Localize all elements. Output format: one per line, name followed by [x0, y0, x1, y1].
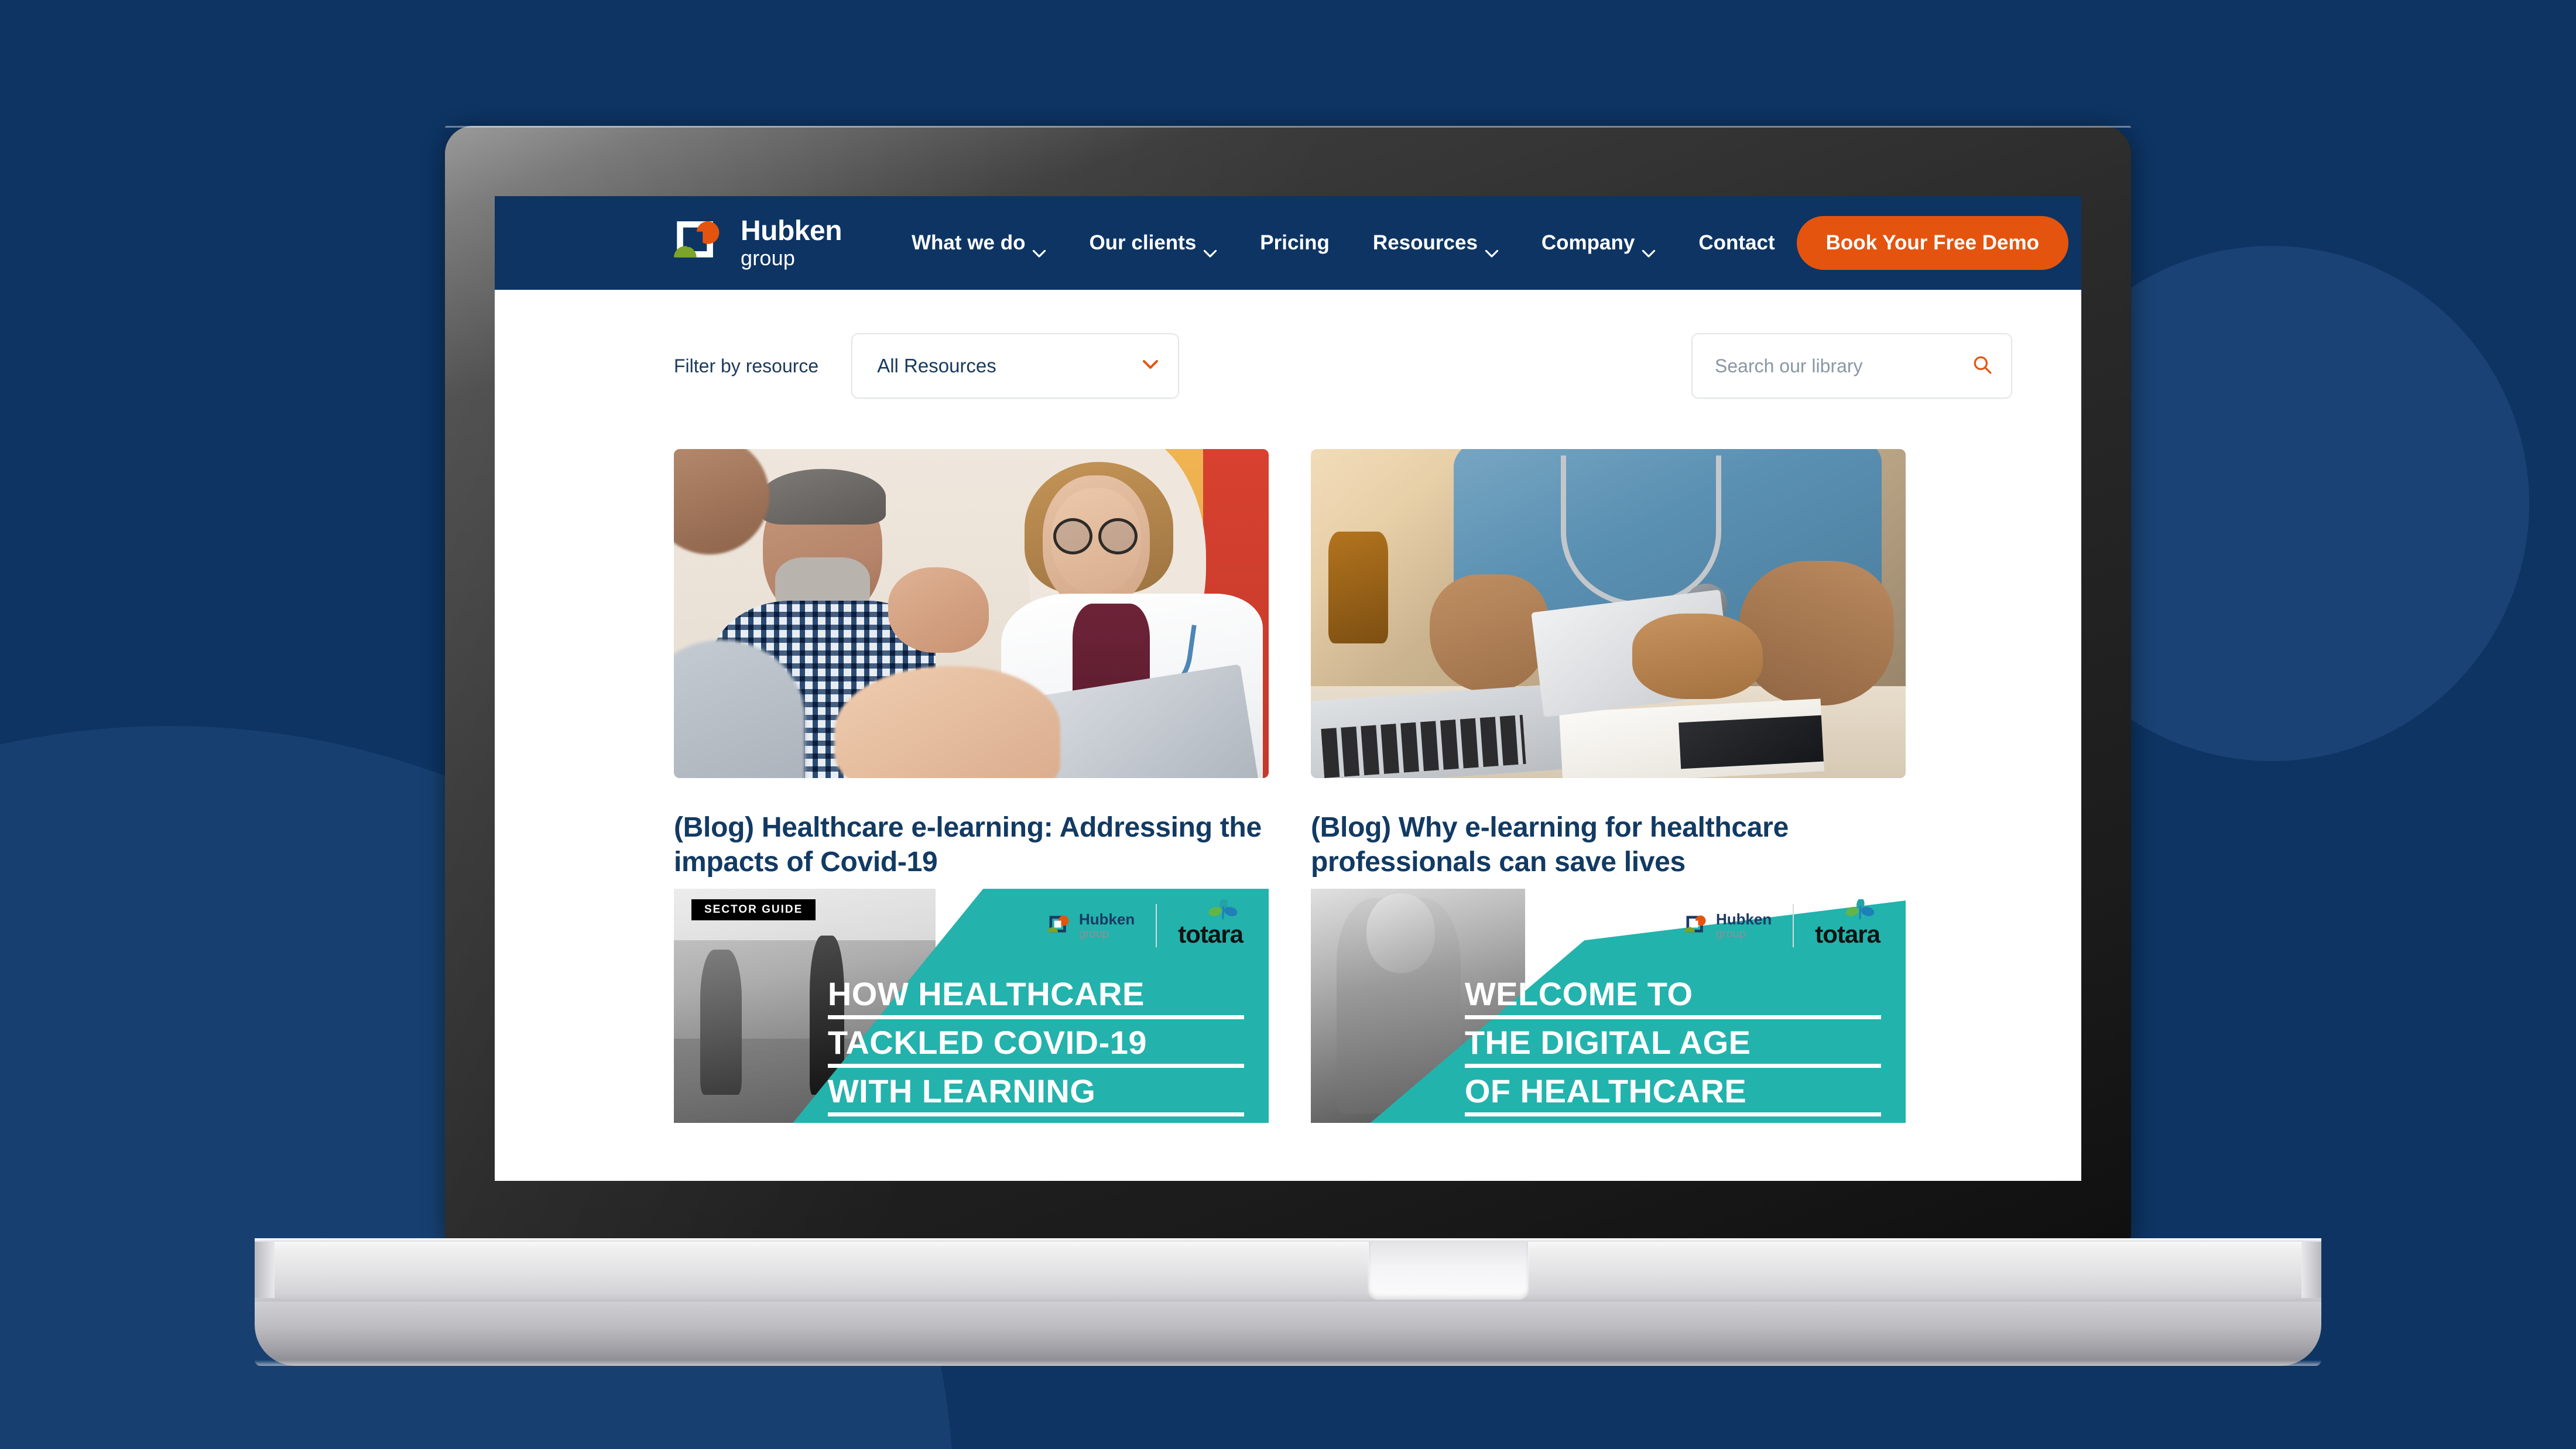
nav-item-our-clients[interactable]: Our clients [1067, 231, 1238, 258]
chevron-down-icon [1485, 239, 1499, 258]
guide-card[interactable]: SECTOR GUIDE Hubken group totara HOW HEA… [674, 889, 1269, 1123]
laptop-bezel-highlight [445, 126, 2131, 128]
nav-label: Pricing [1260, 231, 1330, 254]
chevron-down-icon [1203, 239, 1217, 258]
laptop-base-edge-right [2301, 1242, 2321, 1298]
photo-nurse-tablet [1311, 449, 1906, 778]
guide-headline-line: THE DIGITAL AGE [1464, 1026, 1881, 1068]
chevron-down-icon [1143, 359, 1159, 372]
nav-label: Resources [1372, 231, 1478, 254]
brand-sub: group [741, 246, 796, 270]
card-image[interactable] [674, 449, 1269, 778]
totara-logo: totara [1178, 899, 1244, 948]
browser-screen: Hubken group What we do Our clients Pric… [495, 196, 2081, 1181]
card-title[interactable]: (Blog) Healthcare e-learning: Addressing… [674, 811, 1269, 879]
nav-label: Contact [1698, 231, 1775, 254]
photo-doctor-consult [674, 449, 1269, 778]
nav-label: Our clients [1089, 231, 1197, 254]
brand-name: Hubken [741, 215, 842, 246]
guide-headline-line: WITH LEARNING [827, 1074, 1244, 1117]
guide-logo-lockup: Hubken group totara [1684, 899, 1880, 948]
guide-card-row: SECTOR GUIDE Hubken group totara HOW HEA… [495, 879, 2081, 1123]
guide-headline-line: HOW HEALTHCARE [827, 977, 1244, 1019]
guide-headline-line: WELCOME TO [1464, 977, 1881, 1019]
site-header: Hubken group What we do Our clients Pric… [495, 196, 2081, 290]
resources-page: Filter by resource All Resources Search … [495, 290, 2081, 1123]
logo-divider [1793, 904, 1794, 948]
guide-headline: WELCOME TO THE DIGITAL AGE OF HEALTHCARE [1464, 977, 1881, 1123]
search-box[interactable] [1691, 333, 2012, 399]
nav-item-what-we-do[interactable]: What we do [890, 231, 1067, 258]
laptop-mockup: Hubken group What we do Our clients Pric… [255, 126, 2321, 1366]
nav-label: Company [1541, 231, 1635, 254]
mini-brand-sub: group [1715, 927, 1746, 941]
laptop-base-top [255, 1238, 2321, 1301]
guide-headline-line: TACKLED COVID-19 [827, 1026, 1244, 1068]
nav-label: What we do [912, 231, 1026, 254]
brand-wordmark: Hubken group [741, 217, 842, 269]
laptop-base-bottom [255, 1301, 2321, 1366]
guide-headline: HOW HEALTHCARE TACKLED COVID-19 WITH LEA… [827, 977, 1244, 1123]
nav-item-company[interactable]: Company [1520, 231, 1677, 258]
sector-guide-tag: SECTOR GUIDE [691, 899, 816, 921]
hubken-logo-icon [674, 217, 725, 269]
hubken-mini-logo: Hubken group [1047, 912, 1135, 940]
resource-filter-select[interactable]: All Resources [851, 333, 1180, 399]
guide-headline-line: OF HEALTHCARE [1464, 1074, 1881, 1117]
logo-divider [1156, 904, 1157, 948]
hubken-mini-logo: Hubken group [1684, 912, 1772, 940]
card-image[interactable] [1311, 449, 1906, 778]
totara-logo: totara [1815, 899, 1880, 948]
chevron-down-icon [1032, 239, 1047, 258]
mini-brand-sub: group [1078, 927, 1109, 941]
resource-filter-value: All Resources [877, 355, 996, 376]
totara-wordmark: totara [1178, 920, 1244, 948]
hubken-logo-icon [1047, 913, 1072, 938]
search-icon[interactable] [1972, 355, 1992, 378]
resource-card[interactable]: (Blog) Healthcare e-learning: Addressing… [674, 449, 1269, 879]
mini-brand-name: Hubken [1715, 910, 1772, 929]
resource-card-grid: (Blog) Healthcare e-learning: Addressing… [495, 399, 2081, 879]
guide-logo-lockup: Hubken group totara [1047, 899, 1244, 948]
nav-item-contact[interactable]: Contact [1677, 231, 1796, 255]
nav-item-pricing[interactable]: Pricing [1238, 231, 1351, 255]
filter-label: Filter by resource [674, 355, 819, 376]
laptop-trackpad-notch [1369, 1242, 1528, 1298]
laptop-base-edge-left [255, 1242, 275, 1298]
book-demo-button[interactable]: Book Your Free Demo [1796, 216, 2068, 270]
mini-brand-name: Hubken [1078, 910, 1135, 929]
resource-card[interactable]: (Blog) Why e-learning for healthcare pro… [1311, 449, 1906, 879]
chevron-down-icon [1642, 239, 1656, 258]
totara-wordmark: totara [1815, 920, 1880, 948]
hubken-logo-icon [1684, 913, 1709, 938]
main-navigation: What we do Our clients Pricing Resources [890, 216, 2068, 270]
brand-logo[interactable]: Hubken group [674, 217, 842, 269]
nav-item-resources[interactable]: Resources [1351, 231, 1520, 258]
guide-card[interactable]: Hubken group totara WELCOME TO THE DIGIT… [1311, 889, 1906, 1123]
card-title[interactable]: (Blog) Why e-learning for healthcare pro… [1311, 811, 1906, 879]
search-input[interactable] [1715, 355, 1972, 377]
filter-bar: Filter by resource All Resources [495, 290, 2081, 399]
